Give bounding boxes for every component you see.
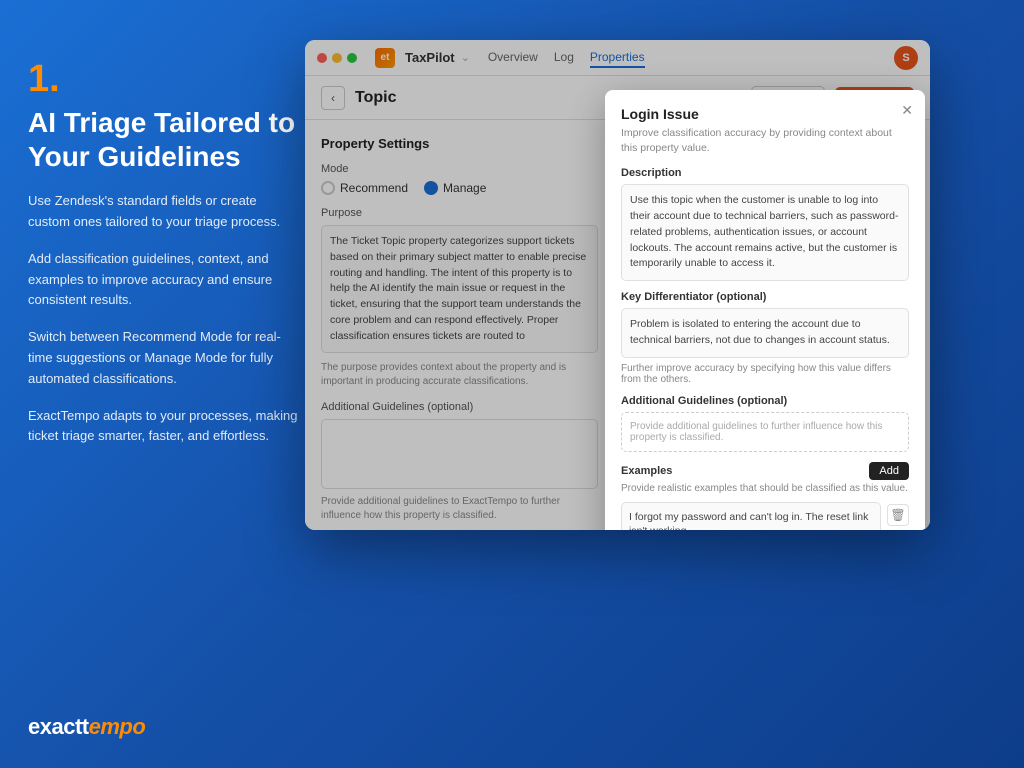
key-diff-label: Key Differentiator (optional) bbox=[621, 291, 909, 303]
body-text-3: Switch between Recommend Mode for real-t… bbox=[28, 327, 298, 389]
add-example-button[interactable]: Add bbox=[869, 462, 909, 480]
headline: AI Triage Tailored to Your Guidelines bbox=[28, 106, 298, 173]
example-text-1[interactable]: I forgot my password and can't log in. T… bbox=[621, 502, 881, 530]
modal-overlay: ✕ Login Issue Improve classification acc… bbox=[305, 40, 930, 530]
example-item-1: I forgot my password and can't log in. T… bbox=[621, 502, 909, 530]
modal-additional-label: Additional Guidelines (optional) bbox=[621, 395, 909, 407]
key-diff-note: Further improve accuracy by specifying h… bbox=[621, 363, 909, 385]
modal-additional-box[interactable]: Provide additional guidelines to further… bbox=[621, 412, 909, 452]
examples-header: Examples Add bbox=[621, 462, 909, 480]
key-diff-box[interactable]: Problem is isolated to entering the acco… bbox=[621, 308, 909, 358]
left-panel: 1. AI Triage Tailored to Your Guidelines… bbox=[28, 60, 298, 463]
logo: exacttempo bbox=[28, 714, 145, 740]
modal-close-button[interactable]: ✕ bbox=[901, 102, 913, 119]
modal-subtitle: Improve classification accuracy by provi… bbox=[621, 126, 909, 155]
body-text-2: Add classification guidelines, context, … bbox=[28, 249, 298, 311]
examples-note: Provide realistic examples that should b… bbox=[621, 483, 909, 494]
description-label: Description bbox=[621, 167, 909, 179]
app-window: et TaxPilot ⌄ Overview Log Properties S … bbox=[305, 40, 930, 530]
description-box[interactable]: Use this topic when the customer is unab… bbox=[621, 184, 909, 281]
modal-additional-placeholder: Provide additional guidelines to further… bbox=[630, 421, 882, 443]
modal-title: Login Issue bbox=[621, 106, 909, 122]
step-number: 1. bbox=[28, 60, 298, 98]
body-text-1: Use Zendesk's standard fields or create … bbox=[28, 191, 298, 233]
examples-label: Examples bbox=[621, 465, 672, 477]
login-issue-modal: ✕ Login Issue Improve classification acc… bbox=[605, 90, 925, 530]
delete-example-1-button[interactable]: 🗑 bbox=[887, 504, 909, 526]
body-text-4: ExactTempo adapts to your processes, mak… bbox=[28, 406, 298, 448]
logo-area: exacttempo bbox=[28, 714, 145, 740]
